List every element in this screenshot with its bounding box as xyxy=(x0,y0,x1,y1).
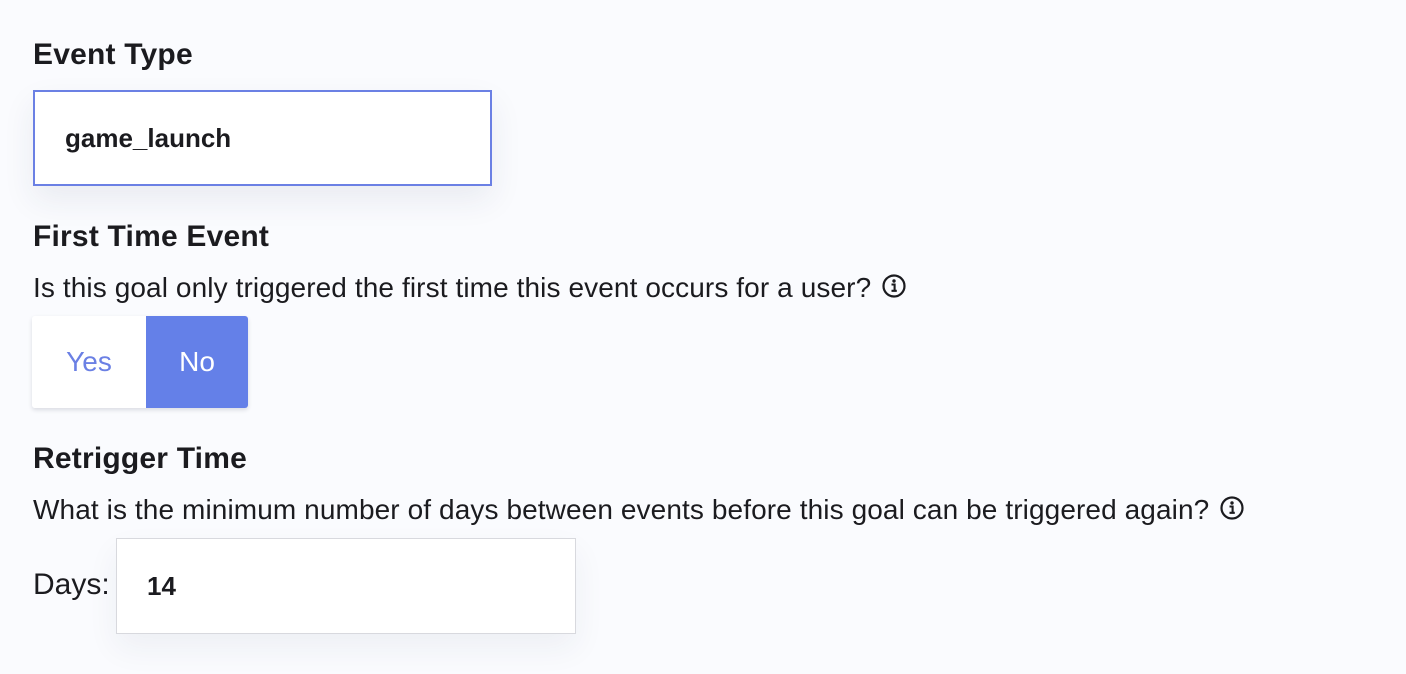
info-circle-icon[interactable] xyxy=(1219,495,1245,521)
event-type-input[interactable] xyxy=(33,90,492,186)
retrigger-time-description: What is the minimum number of days betwe… xyxy=(33,494,1210,525)
days-input[interactable] xyxy=(116,538,576,634)
yes-button[interactable]: Yes xyxy=(32,316,146,408)
retrigger-time-title: Retrigger Time xyxy=(33,442,247,475)
event-type-title: Event Type xyxy=(33,38,193,71)
info-circle-icon[interactable] xyxy=(881,273,907,299)
first-time-event-toggle: Yes No xyxy=(32,316,248,408)
first-time-event-title: First Time Event xyxy=(33,220,270,253)
first-time-event-description-row: Is this goal only triggered the first ti… xyxy=(33,272,907,304)
days-label: Days: xyxy=(33,568,110,601)
retrigger-time-description-row: What is the minimum number of days betwe… xyxy=(33,494,1245,526)
first-time-event-description: Is this goal only triggered the first ti… xyxy=(33,272,872,303)
no-button[interactable]: No xyxy=(146,316,248,408)
